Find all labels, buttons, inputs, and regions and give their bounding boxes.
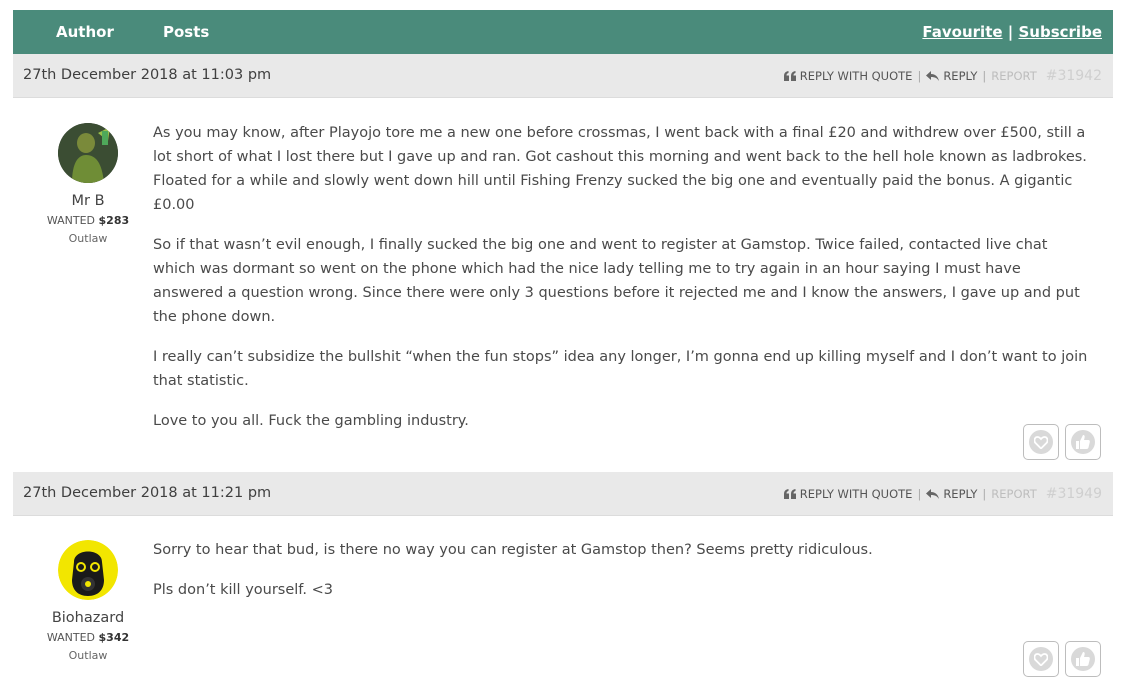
- author-info: Mr B WANTED $283 Outlaw: [13, 123, 163, 245]
- post-paragraph: Sorry to hear that bud, is there no way …: [153, 542, 873, 558]
- author-name[interactable]: Mr B: [13, 193, 163, 209]
- post-date: 27th December 2018 at 11:21 pm: [23, 485, 272, 501]
- like-button[interactable]: [1065, 424, 1101, 460]
- action-divider: |: [982, 69, 987, 83]
- topic-links: Favourite | Subscribe: [922, 23, 1102, 41]
- post-date: 27th December 2018 at 11:03 pm: [23, 67, 272, 83]
- reply-icon: [926, 71, 940, 81]
- post-header: 27th December 2018 at 11:03 pm REPLY WIT…: [13, 54, 1113, 98]
- wanted-label: WANTED: [46, 631, 96, 644]
- post-body: Biohazard WANTED $342 Outlaw Sorry to he…: [13, 517, 1113, 685]
- avatar[interactable]: [58, 540, 118, 600]
- post-paragraph: I really can’t subsidize the bullshit “w…: [153, 349, 1088, 389]
- action-divider: |: [917, 487, 922, 501]
- author-rank: Outlaw: [68, 232, 108, 245]
- post-header: 27th December 2018 at 11:21 pm REPLY WIT…: [13, 472, 1113, 516]
- reply-link[interactable]: REPLY: [926, 487, 977, 501]
- post-content: Sorry to hear that bud, is there no way …: [153, 538, 1088, 618]
- post-paragraph: So if that wasn’t evil enough, I finally…: [153, 237, 1080, 325]
- subscribe-link[interactable]: Subscribe: [1019, 23, 1103, 41]
- quote-icon: [783, 489, 796, 499]
- reply-with-quote-link[interactable]: REPLY WITH QUOTE: [783, 487, 913, 501]
- post-paragraph: Pls don’t kill yourself. <3: [153, 582, 333, 598]
- post-reactions: [1023, 424, 1101, 460]
- heart-icon: [1029, 647, 1053, 671]
- wanted-amount: $342: [98, 631, 130, 644]
- report-link[interactable]: REPORT: [991, 69, 1036, 83]
- avatar[interactable]: [58, 123, 118, 183]
- action-divider: |: [917, 69, 922, 83]
- posts-column-label: Posts: [163, 23, 210, 41]
- post-actions: REPLY WITH QUOTE | REPLY | REPORT #31949: [783, 486, 1102, 502]
- reply-with-quote-label: REPLY WITH QUOTE: [799, 69, 913, 83]
- author-info: Biohazard WANTED $342 Outlaw: [13, 540, 163, 662]
- post-paragraph: Love to you all. Fuck the gambling indus…: [153, 413, 469, 429]
- link-divider: |: [1007, 23, 1014, 41]
- favorite-button[interactable]: [1023, 424, 1059, 460]
- post-actions: REPLY WITH QUOTE | REPLY | REPORT #31942: [783, 68, 1102, 84]
- post-id-link[interactable]: #31942: [1046, 68, 1102, 84]
- reply-icon: [926, 489, 940, 499]
- author-column-label: Author: [56, 23, 114, 41]
- post-paragraph: As you may know, after Playojo tore me a…: [153, 125, 1087, 213]
- like-button[interactable]: [1065, 641, 1101, 677]
- heart-icon: [1029, 430, 1053, 454]
- quote-icon: [783, 71, 796, 81]
- author-name[interactable]: Biohazard: [13, 610, 163, 626]
- thumbs-up-icon: [1071, 430, 1095, 454]
- wanted-label: WANTED: [46, 214, 96, 227]
- reply-label: REPLY: [943, 69, 978, 83]
- reply-label: REPLY: [943, 487, 978, 501]
- topic-header: Author Posts Favourite | Subscribe: [13, 10, 1113, 54]
- post-id-link[interactable]: #31949: [1046, 486, 1102, 502]
- reply-link[interactable]: REPLY: [926, 69, 977, 83]
- post-body: Mr B WANTED $283 Outlaw As you may know,…: [13, 99, 1113, 471]
- action-divider: |: [982, 487, 987, 501]
- favorite-button[interactable]: [1023, 641, 1059, 677]
- reply-with-quote-link[interactable]: REPLY WITH QUOTE: [783, 69, 913, 83]
- post-content: As you may know, after Playojo tore me a…: [153, 121, 1088, 449]
- wanted-amount: $283: [98, 214, 130, 227]
- author-wanted: WANTED $342: [13, 631, 163, 644]
- favourite-link[interactable]: Favourite: [922, 23, 1002, 41]
- author-rank: Outlaw: [68, 649, 108, 662]
- report-link[interactable]: REPORT: [991, 487, 1036, 501]
- reply-with-quote-label: REPLY WITH QUOTE: [799, 487, 913, 501]
- author-wanted: WANTED $283: [13, 214, 163, 227]
- thumbs-up-icon: [1071, 647, 1095, 671]
- post-reactions: [1023, 641, 1101, 677]
